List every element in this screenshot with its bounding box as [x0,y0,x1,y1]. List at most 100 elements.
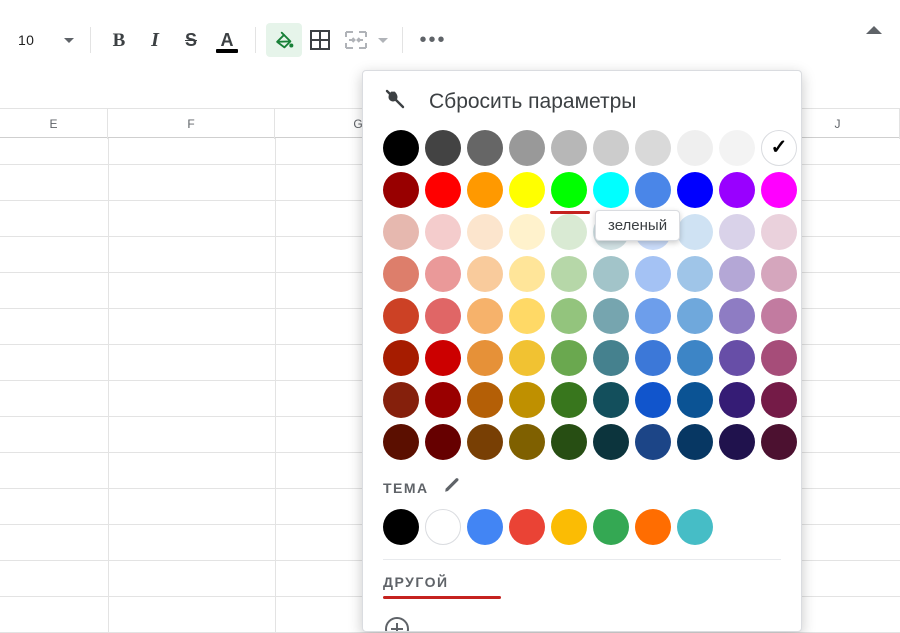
color-swatch[interactable] [509,214,545,250]
theme-color-swatch[interactable] [425,509,461,545]
color-swatch[interactable] [635,298,671,334]
column-header[interactable]: E [0,109,108,139]
color-swatch[interactable] [677,130,713,166]
color-swatch[interactable] [593,130,629,166]
color-swatch[interactable] [719,214,755,250]
color-swatch[interactable]: ✓ [761,130,797,166]
color-swatch[interactable] [593,424,629,460]
color-swatch[interactable] [383,298,419,334]
color-swatch[interactable] [593,382,629,418]
color-swatch[interactable] [677,382,713,418]
color-swatch[interactable] [719,424,755,460]
color-swatch[interactable] [677,298,713,334]
theme-color-swatch[interactable] [509,509,545,545]
color-swatch[interactable] [509,382,545,418]
color-swatch[interactable] [551,424,587,460]
merge-cells-dropdown[interactable] [374,38,392,43]
color-swatch[interactable] [467,130,503,166]
color-swatch[interactable] [551,172,587,208]
color-swatch[interactable] [551,382,587,418]
color-swatch[interactable] [425,424,461,460]
color-swatch[interactable] [635,424,671,460]
color-swatch[interactable] [467,382,503,418]
fill-color-button[interactable] [266,23,302,57]
color-swatch[interactable] [719,130,755,166]
color-swatch[interactable] [467,214,503,250]
color-swatch[interactable] [509,172,545,208]
color-swatch[interactable] [677,172,713,208]
color-swatch[interactable] [761,424,797,460]
color-swatch[interactable] [635,382,671,418]
collapse-toolbar-button[interactable] [866,26,882,34]
color-swatch[interactable] [677,214,713,250]
color-swatch[interactable] [383,256,419,292]
custom-section[interactable]: ДРУГОЙ [363,560,801,599]
color-swatch[interactable] [677,424,713,460]
color-swatch[interactable] [467,340,503,376]
color-swatch[interactable] [425,172,461,208]
color-swatch[interactable] [467,256,503,292]
color-swatch[interactable] [425,340,461,376]
color-swatch[interactable] [719,382,755,418]
color-swatch[interactable] [635,340,671,376]
add-custom-color-button[interactable] [383,615,781,632]
color-swatch[interactable] [467,172,503,208]
reset-colors-button[interactable]: Сбросить параметры [363,87,801,126]
color-swatch[interactable] [425,298,461,334]
theme-color-swatch[interactable] [635,509,671,545]
color-swatch[interactable] [761,214,797,250]
color-swatch[interactable] [719,298,755,334]
color-swatch[interactable] [383,340,419,376]
color-swatch[interactable] [509,340,545,376]
strikethrough-button[interactable]: S [173,23,209,57]
color-swatch[interactable] [761,340,797,376]
color-swatch[interactable] [719,172,755,208]
theme-color-swatch[interactable] [677,509,713,545]
color-swatch[interactable] [383,172,419,208]
borders-button[interactable] [302,23,338,57]
color-swatch[interactable] [677,256,713,292]
color-swatch[interactable] [467,424,503,460]
color-swatch[interactable] [509,130,545,166]
color-swatch[interactable] [593,214,629,250]
color-swatch[interactable] [761,298,797,334]
color-swatch[interactable] [425,130,461,166]
italic-button[interactable]: I [137,23,173,57]
color-swatch[interactable] [509,298,545,334]
theme-color-swatch[interactable] [383,509,419,545]
more-tools-button[interactable]: ••• [413,29,453,52]
theme-color-swatch[interactable] [551,509,587,545]
color-swatch[interactable] [761,382,797,418]
color-swatch[interactable] [425,214,461,250]
color-swatch[interactable] [551,298,587,334]
color-swatch[interactable] [719,256,755,292]
color-swatch[interactable] [677,340,713,376]
color-swatch[interactable] [635,130,671,166]
color-swatch[interactable] [383,130,419,166]
color-swatch[interactable] [593,340,629,376]
color-swatch[interactable] [383,214,419,250]
theme-color-swatch[interactable] [593,509,629,545]
color-swatch[interactable] [761,256,797,292]
color-swatch[interactable] [635,256,671,292]
color-swatch[interactable] [551,256,587,292]
theme-color-swatch[interactable] [467,509,503,545]
color-swatch[interactable] [425,382,461,418]
merge-cells-button[interactable] [338,23,374,57]
color-swatch[interactable] [635,172,671,208]
color-swatch[interactable] [593,172,629,208]
color-swatch[interactable] [383,382,419,418]
color-swatch[interactable] [509,424,545,460]
color-swatch[interactable] [761,172,797,208]
color-swatch[interactable] [635,214,671,250]
text-color-button[interactable]: A [209,23,245,57]
column-header[interactable]: F [108,109,275,139]
color-swatch[interactable] [551,214,587,250]
color-swatch[interactable] [551,130,587,166]
bold-button[interactable]: B [101,23,137,57]
color-swatch[interactable] [509,256,545,292]
edit-theme-button[interactable] [443,476,461,499]
color-swatch[interactable] [593,298,629,334]
color-swatch[interactable] [719,340,755,376]
color-swatch[interactable] [467,298,503,334]
